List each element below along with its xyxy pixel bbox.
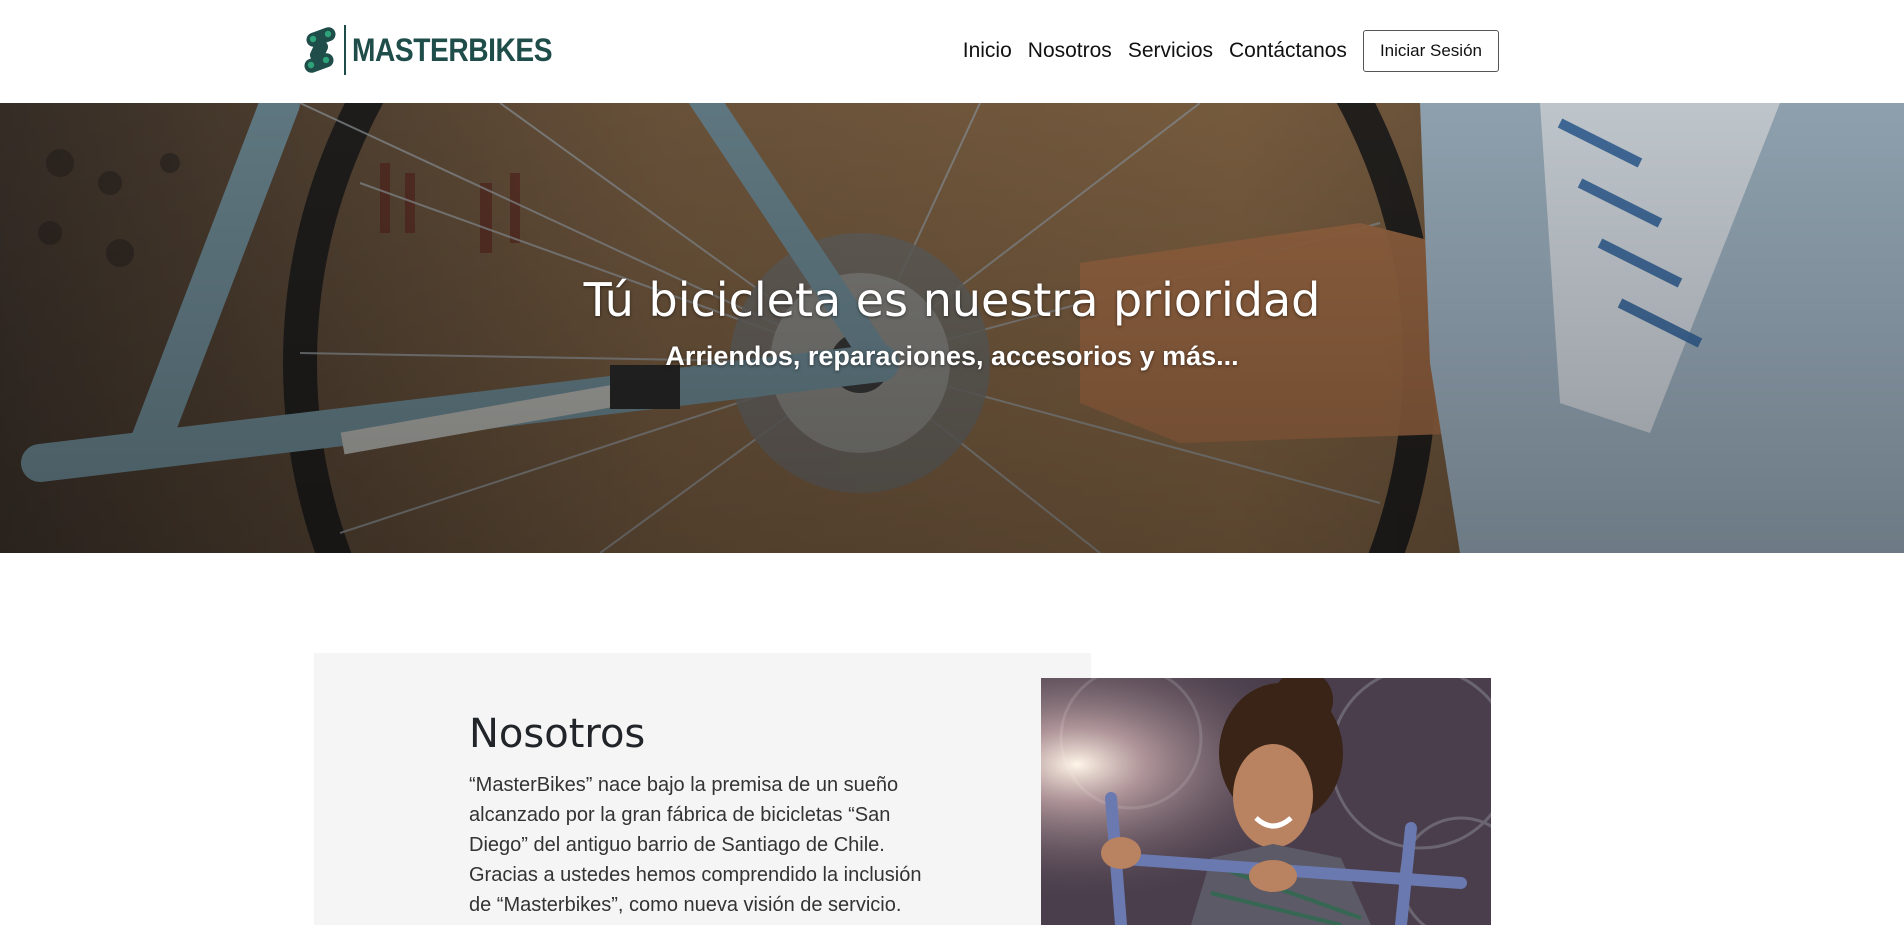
brand-logo-link[interactable]: MASTERBIKES [300,24,579,76]
about-description: “MasterBikes” nace bajo la premisa de un… [469,774,922,916]
nav-link-nosotros[interactable]: Nosotros [1028,30,1112,72]
brand-divider [344,25,346,75]
navbar: MASTERBIKES Inicio Nosotros Servicios Co… [0,0,1904,103]
nav-link-inicio[interactable]: Inicio [963,30,1012,72]
nav-link-contactanos[interactable]: Contáctanos [1229,30,1347,72]
about-mechanic-image [1041,678,1491,925]
hero-bike-repair-image [0,103,1904,553]
bike-chain-logo-icon [304,27,336,73]
hero-banner: Tú bicicleta es nuestra prioridad Arrien… [0,103,1904,553]
login-button[interactable]: Iniciar Sesión [1362,30,1499,72]
nav-link-servicios[interactable]: Servicios [1128,30,1213,72]
hero-subtitle: Arriendos, reparaciones, accesorios y má… [665,341,1239,371]
hero-title: Tú bicicleta es nuestra prioridad [583,273,1321,327]
about-title: Nosotros [469,711,646,757]
main-nav: Inicio Nosotros Servicios Contáctanos In… [963,30,1499,72]
brand-name: MASTERBIKES [352,32,553,68]
